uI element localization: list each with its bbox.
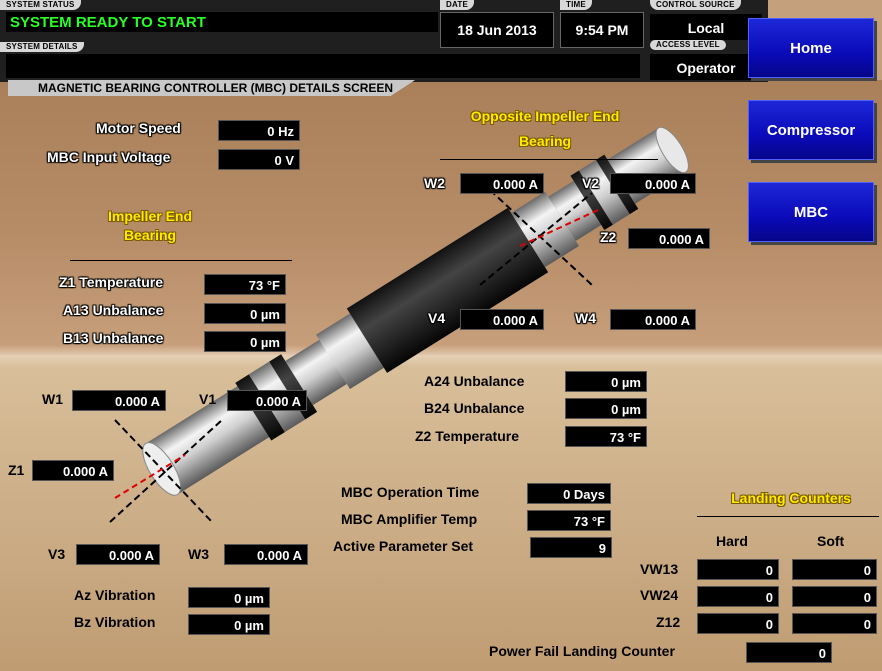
z1-temp-value: 73 °F [204, 274, 286, 295]
opposite-end-title-line1: Opposite Impeller End [470, 108, 620, 124]
landing-row-label: VW13 [640, 561, 679, 577]
z1-value: 0.000 A [32, 460, 114, 481]
operation-time-label: MBC Operation Time [341, 484, 480, 500]
az-vibration-value: 0 µm [188, 587, 270, 608]
landing-soft-value: 0 [792, 613, 877, 634]
opposite-end-title-line2: Bearing [518, 133, 572, 149]
w3-label: W3 [188, 546, 209, 562]
shaft-rotor-sleeve [346, 207, 549, 373]
landing-hard-value: 0 [697, 613, 779, 634]
z1-temp-label: Z1 Temperature [59, 274, 163, 290]
w4-label: W4 [575, 310, 596, 326]
bz-vibration-label: Bz Vibration [74, 614, 156, 630]
b13-unbalance-value: 0 µm [204, 331, 286, 352]
v3-label: V3 [48, 546, 66, 562]
impeller-end-divider [70, 260, 292, 261]
input-voltage-label: MBC Input Voltage [47, 149, 171, 165]
w3-value: 0.000 A [224, 544, 308, 565]
z2-temp-value: 73 °F [565, 426, 647, 447]
motor-speed-value: 0 Hz [218, 120, 300, 141]
landing-soft-value: 0 [792, 586, 877, 607]
v2-value: 0.000 A [610, 173, 696, 194]
landing-counters-title: Landing Counters [731, 490, 851, 506]
impeller-end-title-line1: Impeller End [107, 208, 193, 224]
a24-unbalance-label: A24 Unbalance [424, 373, 525, 389]
amplifier-temp-label: MBC Amplifier Temp [341, 511, 478, 527]
z2-value: 0.000 A [628, 228, 710, 249]
v2-label: V2 [582, 175, 600, 191]
w2-label: W2 [424, 175, 445, 191]
operation-time-value: 0 Days [527, 483, 611, 504]
power-fail-label: Power Fail Landing Counter [489, 643, 675, 659]
v3-value: 0.000 A [76, 544, 160, 565]
b24-unbalance-value: 0 µm [565, 398, 647, 419]
input-voltage-value: 0 V [218, 149, 300, 170]
motor-speed-label: Motor Speed [96, 120, 181, 136]
impeller-end-title-line2: Bearing [123, 227, 177, 243]
landing-soft-value: 0 [792, 559, 877, 580]
landing-hard-value: 0 [697, 559, 779, 580]
w1-label: W1 [42, 391, 63, 407]
landing-row-label: VW24 [640, 587, 679, 603]
v1-label: V1 [199, 391, 217, 407]
landing-row-label: Z12 [656, 614, 681, 630]
z2-label: Z2 [600, 229, 617, 245]
b24-unbalance-label: B24 Unbalance [424, 400, 525, 416]
w2-value: 0.000 A [460, 173, 544, 194]
v1-value: 0.000 A [227, 390, 307, 411]
a24-unbalance-value: 0 µm [565, 371, 647, 392]
a13-unbalance-label: A13 Unbalance [63, 302, 164, 318]
parameter-set-label: Active Parameter Set [333, 538, 474, 554]
landing-counters-divider [697, 516, 879, 517]
z1-label: Z1 [8, 462, 25, 478]
b13-unbalance-label: B13 Unbalance [63, 330, 164, 346]
w1-value: 0.000 A [72, 390, 166, 411]
w4-value: 0.000 A [610, 309, 696, 330]
parameter-set-value: 9 [530, 537, 612, 558]
landing-hard-header: Hard [716, 533, 748, 549]
az-vibration-label: Az Vibration [74, 587, 156, 603]
bz-vibration-value: 0 µm [188, 614, 270, 635]
z2-temp-label: Z2 Temperature [415, 428, 519, 444]
amplifier-temp-value: 73 °F [527, 510, 611, 531]
v4-label: V4 [428, 310, 446, 326]
power-fail-value: 0 [746, 642, 832, 663]
landing-soft-header: Soft [817, 533, 845, 549]
v4-value: 0.000 A [460, 309, 544, 330]
a13-unbalance-value: 0 µm [204, 303, 286, 324]
landing-hard-value: 0 [697, 586, 779, 607]
opposite-end-divider [440, 159, 658, 160]
